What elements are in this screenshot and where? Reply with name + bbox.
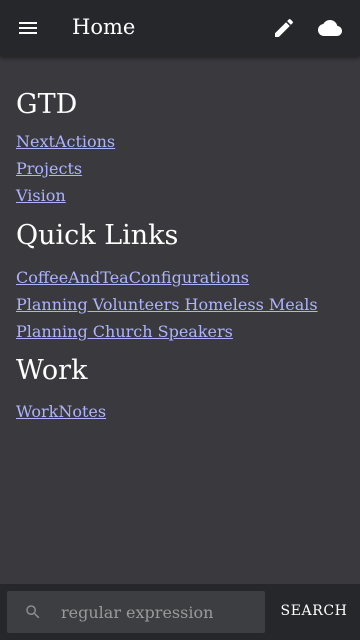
link-coffee-and-tea-configurations[interactable]: CoffeeAndTeaConfigurations xyxy=(16,268,249,287)
link-planning-volunteers-homeless-meals[interactable]: Planning Volunteers Homeless Meals xyxy=(16,295,318,314)
link-nextactions[interactable]: NextActions xyxy=(16,132,115,151)
section-work: Work WorkNotes xyxy=(16,354,344,425)
search-icon xyxy=(24,603,42,621)
link-worknotes[interactable]: WorkNotes xyxy=(16,402,106,421)
page-title: Home xyxy=(72,15,136,39)
link-list: CoffeeAndTeaConfigurations Planning Volu… xyxy=(16,264,344,345)
list-item: Projects xyxy=(16,155,344,182)
link-list: NextActions Projects Vision xyxy=(16,128,344,209)
section-gtd: GTD NextActions Projects Vision xyxy=(16,88,344,209)
list-item: Planning Volunteers Homeless Meals xyxy=(16,291,344,318)
list-item: Vision xyxy=(16,182,344,209)
search-bar: SEARCH xyxy=(0,584,360,640)
pencil-edit-icon[interactable] xyxy=(272,16,296,40)
search-input[interactable] xyxy=(61,599,257,625)
section-heading: Quick Links xyxy=(16,220,179,251)
link-list: WorkNotes xyxy=(16,398,344,425)
list-item: Planning Church Speakers xyxy=(16,318,344,345)
menu-icon[interactable] xyxy=(16,16,40,40)
search-button[interactable]: SEARCH xyxy=(278,598,350,624)
section-quick-links: Quick Links CoffeeAndTeaConfigurations P… xyxy=(16,219,344,345)
list-item: NextActions xyxy=(16,128,344,155)
list-item: CoffeeAndTeaConfigurations xyxy=(16,264,344,291)
cloud-icon[interactable] xyxy=(318,16,342,40)
section-heading: GTD xyxy=(16,89,78,120)
home-content: GTD NextActions Projects Vision Quick Li… xyxy=(16,56,344,425)
section-heading: Work xyxy=(16,355,88,386)
list-item: WorkNotes xyxy=(16,398,344,425)
link-planning-church-speakers[interactable]: Planning Church Speakers xyxy=(16,322,233,341)
app-bar: Home xyxy=(0,0,360,56)
link-vision[interactable]: Vision xyxy=(16,186,66,205)
link-projects[interactable]: Projects xyxy=(16,159,82,178)
search-field-container xyxy=(7,591,265,633)
